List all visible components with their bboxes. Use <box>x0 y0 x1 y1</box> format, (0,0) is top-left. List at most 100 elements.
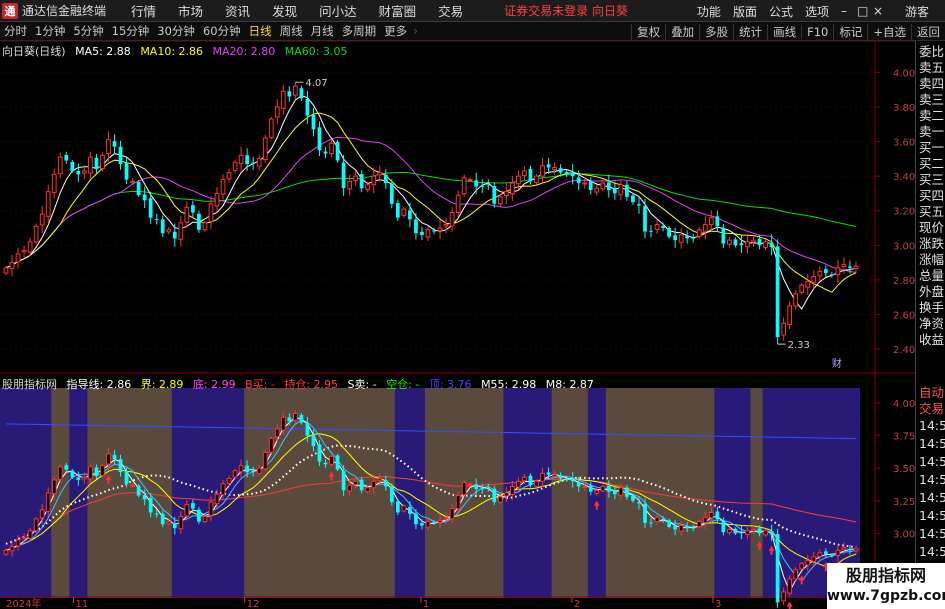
side-item[interactable]: 卖三 <box>916 92 945 108</box>
side-item[interactable]: 卖一 <box>916 124 945 140</box>
main-candle-body <box>347 180 352 190</box>
tool-fuquan[interactable]: 复权 <box>631 23 665 40</box>
side-item[interactable]: 净资 <box>916 316 945 332</box>
side-item[interactable]: 总量 <box>916 268 945 284</box>
sub-candle-body <box>643 503 647 523</box>
main-candle-body <box>51 173 57 193</box>
period-multi[interactable]: 多周期 <box>338 23 381 39</box>
tool-back[interactable]: 返回 <box>911 23 945 40</box>
main-ma-lines <box>5 95 857 310</box>
main-candle-body <box>841 263 847 267</box>
period-60min[interactable]: 60分钟 <box>199 23 245 39</box>
side-item[interactable]: 现价 <box>916 220 945 236</box>
tool-huaxian[interactable]: 画线 <box>767 23 801 40</box>
period-15min[interactable]: 15分钟 <box>108 23 154 39</box>
side-item[interactable]: 涨幅 <box>916 252 945 268</box>
main-candle-body <box>202 222 208 231</box>
menu-item-gongneng[interactable]: 功能 <box>691 3 727 20</box>
side-item[interactable]: 买二 <box>916 156 945 172</box>
main-candle-body <box>443 224 449 227</box>
sub-candle-body <box>781 591 787 602</box>
main-candle-body <box>853 265 859 270</box>
period-5min[interactable]: 5分钟 <box>69 23 107 39</box>
chevron-right-icon[interactable]: › <box>411 24 420 38</box>
sub-candle-body <box>232 470 238 478</box>
sub-candle-body <box>449 508 455 520</box>
guest-label[interactable]: 游客 <box>899 3 935 20</box>
close-icon[interactable]: × <box>867 4 883 18</box>
menu-item-gongshi[interactable]: 公式 <box>763 3 799 20</box>
main-candle-body <box>82 170 87 174</box>
period-more[interactable]: 更多 <box>380 23 411 39</box>
side-item[interactable]: 买四 <box>916 188 945 204</box>
main-candle-body <box>287 91 292 97</box>
x-tick-label: 3 <box>715 599 721 609</box>
y-tick-label: 3.20 <box>893 207 915 218</box>
tool-biaoji[interactable]: 标记 <box>833 23 867 40</box>
menu-item-hangqing[interactable]: 行情 <box>120 1 167 20</box>
main-candle-body <box>649 230 653 232</box>
buy-arrow-icon <box>786 601 793 609</box>
main-candle-body <box>437 227 443 232</box>
menu-right-group: 功能 版面 公式 选项 – □ × 游客 <box>691 0 945 22</box>
menu-item-banmian[interactable]: 版面 <box>727 3 763 20</box>
tool-duogu[interactable]: 多股 <box>699 23 733 40</box>
side-item[interactable]: 卖五 <box>916 60 945 76</box>
side-item[interactable]: 收益 <box>916 332 945 348</box>
menu-item-zixun[interactable]: 资讯 <box>214 1 261 20</box>
sub-candle-body <box>817 552 823 557</box>
sub-candle-body <box>848 549 852 551</box>
indicator-name[interactable]: 股朋指标网 <box>2 378 57 391</box>
side-item[interactable]: 卖四 <box>916 76 945 92</box>
main-candles <box>3 82 859 345</box>
period-fenshi[interactable]: 分时 <box>0 23 31 39</box>
side-item[interactable]: 买三 <box>916 172 945 188</box>
sub-candle-body <box>811 556 817 562</box>
minimize-icon[interactable]: – <box>835 4 851 18</box>
side-item[interactable]: 买五 <box>916 204 945 220</box>
period-1min[interactable]: 1分钟 <box>31 23 69 39</box>
login-notice[interactable]: 证券交易未登录 向日葵 <box>504 2 628 19</box>
sub-candle-body <box>287 417 292 422</box>
side-lower-item[interactable]: 交易 <box>916 401 945 417</box>
main-candle-body <box>480 185 485 187</box>
period-30min[interactable]: 30分钟 <box>153 23 199 39</box>
tool-add-watchlist[interactable]: +自选 <box>867 23 911 40</box>
side-item[interactable]: 涨跌 <box>916 236 945 252</box>
sub-candle-body <box>238 465 244 473</box>
period-daily[interactable]: 日线 <box>245 23 276 39</box>
tool-tongji[interactable]: 统计 <box>733 23 767 40</box>
menu-item-shichang[interactable]: 市场 <box>167 1 214 20</box>
sub-candle-body <box>82 476 87 480</box>
main-candle-body <box>486 184 491 186</box>
tool-f10[interactable]: F10 <box>801 24 833 39</box>
side-item[interactable]: 委比 <box>916 44 945 60</box>
stock-name[interactable]: 向日葵(日线) <box>2 45 66 58</box>
period-weekly[interactable]: 周线 <box>276 23 307 39</box>
menu-item-wenxiaoda[interactable]: 问小达 <box>308 1 368 20</box>
cai-badge[interactable]: 财 <box>832 357 842 370</box>
side-item[interactable]: 卖二 <box>916 108 945 124</box>
tool-diejia[interactable]: 叠加 <box>665 23 699 40</box>
menu-item-caifuquan[interactable]: 财富圈 <box>368 1 428 20</box>
menu-item-xuanxiang[interactable]: 选项 <box>799 3 835 20</box>
period-monthly[interactable]: 月线 <box>307 23 338 39</box>
main-candle-body <box>449 211 455 227</box>
side-item[interactable]: 外盘 <box>916 284 945 300</box>
main-candle-body <box>570 172 575 177</box>
sub-candle-body <box>751 528 756 532</box>
kline-chart[interactable]: 4.00 3.80 3.60 3.40 3.20 3.00 2.80 2.60 2.40 4.00… <box>0 41 915 609</box>
menu-item-faxian[interactable]: 发现 <box>261 1 308 20</box>
main-candle-body <box>678 234 684 243</box>
side-item[interactable]: 买一 <box>916 140 945 156</box>
main-candle-body <box>311 114 316 130</box>
main-candle-body <box>811 275 817 283</box>
side-item[interactable]: 换手 <box>916 300 945 316</box>
main-candle-body <box>600 182 606 190</box>
menu-item-jiaoyi[interactable]: 交易 <box>427 1 474 20</box>
sub-y-tick-label: 4.00 <box>893 399 915 410</box>
restore-icon[interactable]: □ <box>851 4 868 18</box>
sub-candle-body <box>268 437 274 453</box>
side-lower-item[interactable]: 自动 <box>916 385 945 401</box>
sub-candle-body <box>184 504 190 517</box>
